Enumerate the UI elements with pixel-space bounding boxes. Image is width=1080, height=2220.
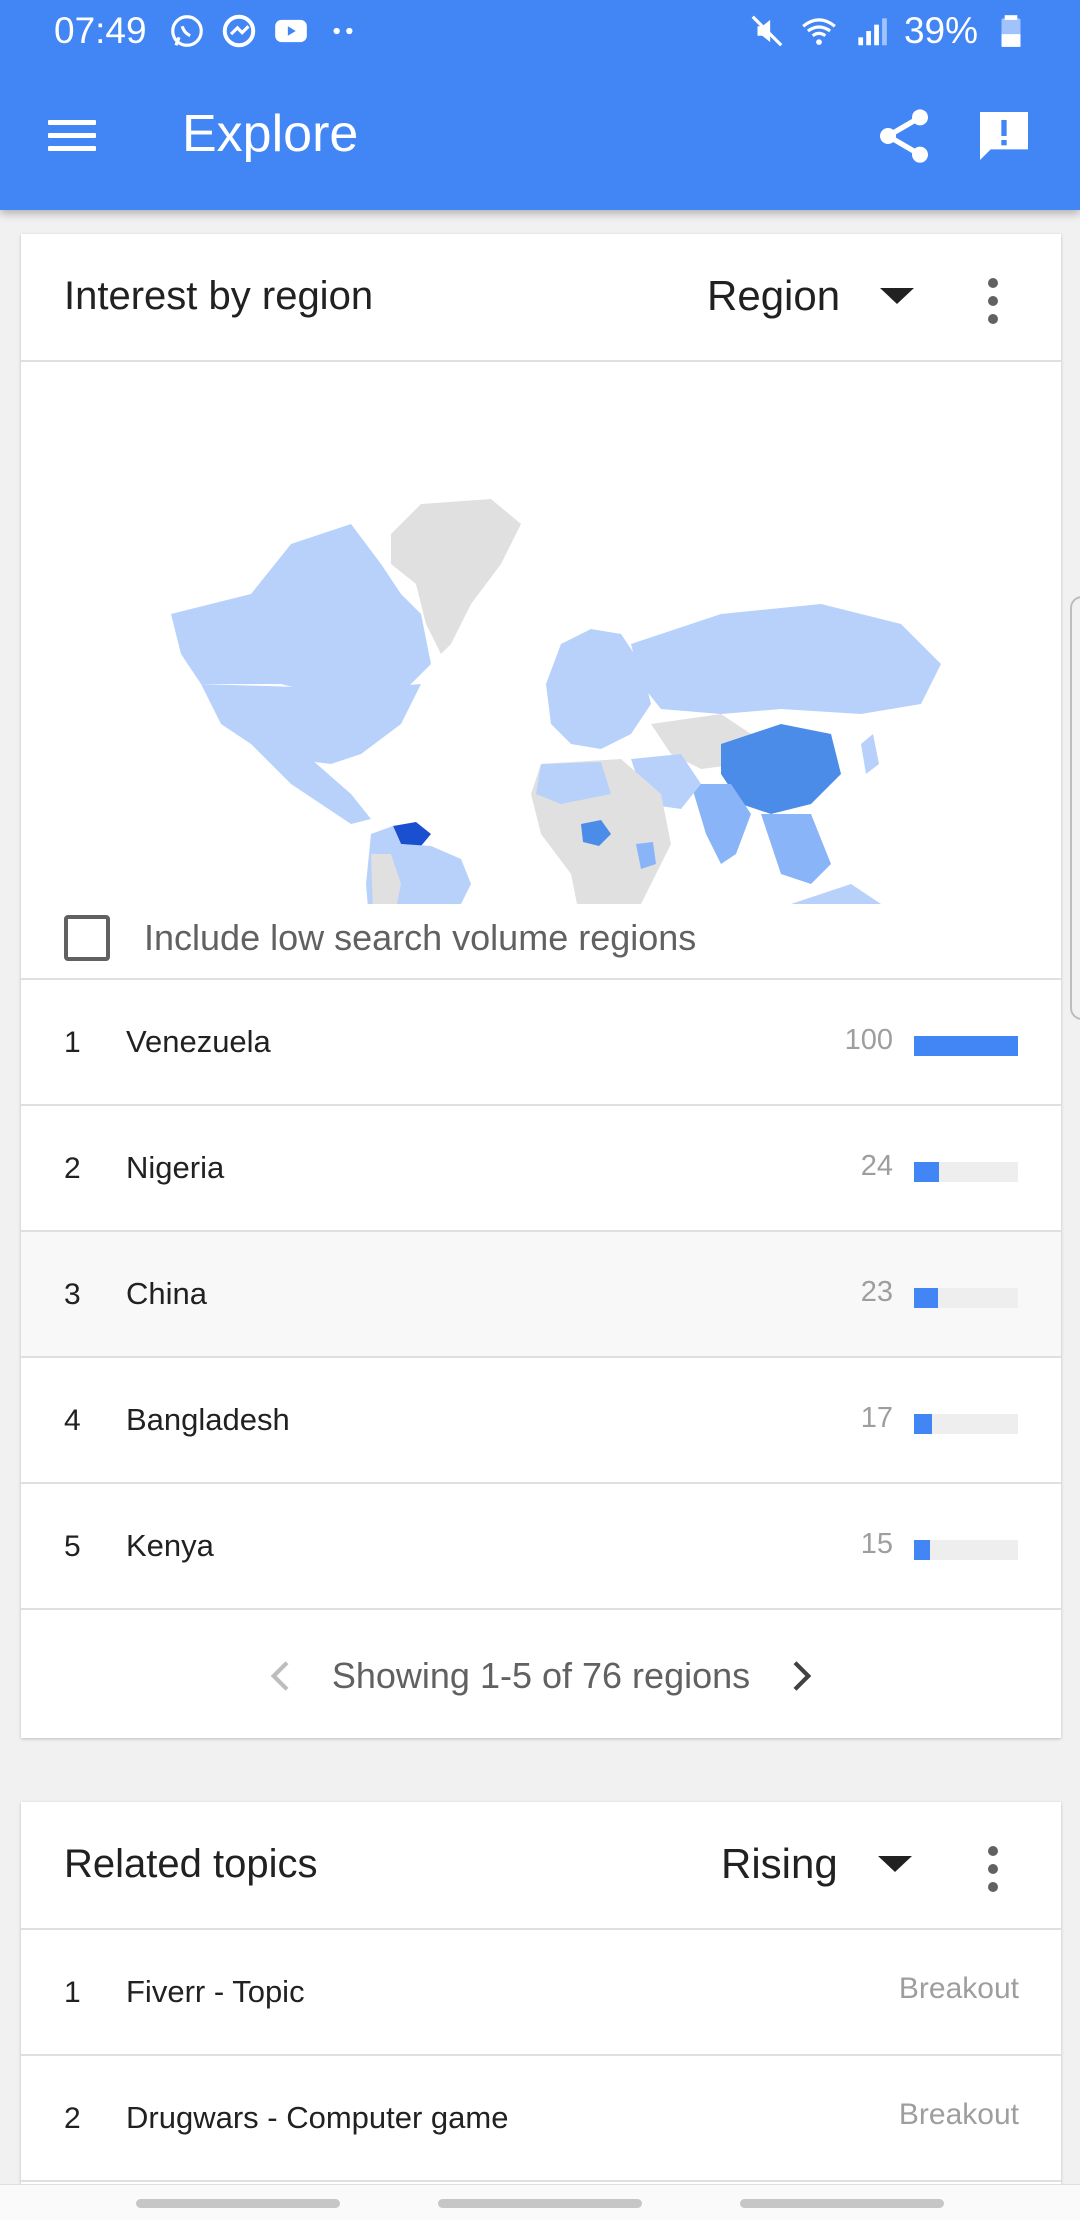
notification-icons [168, 12, 362, 50]
nav-handle-center[interactable] [438, 2199, 642, 2208]
mute-icon [751, 15, 783, 47]
region-row[interactable]: 3 China 23 [21, 1232, 1061, 1358]
world-map-svg [171, 499, 941, 1064]
status-time: 07:49 [54, 10, 147, 51]
rank-number: 4 [64, 1404, 81, 1437]
rank-number: 1 [64, 1026, 81, 1059]
messenger-icon [222, 14, 256, 48]
rank-number: 2 [64, 2102, 81, 2135]
region-row[interactable]: 5 Kenya 15 [21, 1484, 1061, 1610]
topic-value: Breakout [898, 2098, 1019, 2131]
app-bar: 07:49 39% Explore [0, 0, 1080, 210]
region-value: 17 [860, 1402, 893, 1434]
chevron-left-icon[interactable] [262, 1656, 302, 1696]
chevron-right-icon[interactable] [780, 1656, 820, 1696]
nav-handle-left[interactable] [136, 2199, 340, 2208]
related-topics-list: 1 Fiverr - Topic Breakout 2 Drugwars - C… [21, 1930, 1061, 2182]
youtube-icon [275, 19, 307, 43]
nav-handle-right[interactable] [740, 2199, 944, 2208]
topic-value: Breakout [898, 1972, 1019, 2005]
value-bar [914, 1288, 1018, 1308]
topic-name: Fiverr - Topic [126, 1974, 305, 2009]
feedback-icon[interactable] [972, 104, 1036, 168]
low-volume-checkbox[interactable] [64, 915, 110, 961]
value-bar [914, 1540, 1018, 1560]
topic-row[interactable]: 1 Fiverr - Topic Breakout [21, 1930, 1061, 2056]
pagination: Showing 1-5 of 76 regions [21, 1614, 1061, 1738]
rank-number: 1 [64, 1976, 81, 2009]
rank-number: 3 [64, 1278, 81, 1311]
caret-down-icon [880, 288, 915, 304]
map-region-japan [861, 734, 879, 774]
map-region-usa [201, 684, 421, 764]
rank-number: 2 [64, 1152, 81, 1185]
region-ranking-list: 1 Venezuela 100 2 Nigeria 24 3 China 2 3 … [21, 978, 1061, 1610]
topic-row[interactable]: 2 Drugwars - Computer game Breakout [21, 2056, 1061, 2182]
edge-panel-handle[interactable] [1070, 596, 1080, 1020]
region-value: 15 [860, 1528, 893, 1560]
low-volume-label: Include low search volume regions [144, 917, 697, 958]
world-map[interactable] [21, 364, 1061, 1064]
menu-button[interactable] [40, 108, 104, 164]
region-row[interactable]: 2 Nigeria 24 [21, 1106, 1061, 1232]
value-bar-fill [914, 1036, 1018, 1056]
map-region-southeast-asia [761, 814, 831, 884]
region-name: Nigeria [126, 1150, 225, 1185]
card-header: Related topics Rising [21, 1802, 1061, 1930]
dropdown-label: Region [707, 272, 841, 319]
dropdown-label: Rising [721, 1840, 838, 1887]
region-row[interactable]: 1 Venezuela 100 [21, 980, 1061, 1106]
value-bar [914, 1036, 1018, 1056]
rank-number: 5 [64, 1530, 81, 1563]
low-volume-toggle[interactable]: Include low search volume regions [64, 906, 696, 970]
card-header: Interest by region Region [21, 234, 1061, 362]
system-status-icons: 39% [748, 10, 1030, 52]
value-bar-fill [914, 1540, 930, 1560]
region-name: Venezuela [126, 1024, 271, 1059]
system-nav-bar [0, 2184, 1080, 2220]
region-name: Kenya [126, 1528, 214, 1563]
region-name: Bangladesh [126, 1402, 290, 1437]
region-value: 24 [860, 1150, 893, 1182]
signal-icon [858, 18, 887, 46]
value-bar [914, 1162, 1018, 1182]
page-title: Explore [182, 105, 359, 163]
region-value: 23 [860, 1276, 893, 1308]
region-dropdown[interactable]: Region [707, 272, 915, 320]
value-bar-fill [914, 1288, 938, 1308]
value-bar-fill [914, 1162, 939, 1182]
more-vert-icon[interactable] [975, 276, 1011, 326]
battery-icon [1001, 15, 1021, 47]
map-region-russia [631, 604, 941, 714]
whatsapp-icon [171, 15, 203, 47]
share-icon[interactable] [872, 104, 936, 168]
interest-by-region-card: Interest by region Region Include low se… [21, 234, 1061, 1738]
status-bar: 07:49 39% [0, 0, 1080, 66]
menu-icon [48, 120, 96, 125]
rising-dropdown[interactable]: Rising [721, 1840, 912, 1888]
topic-name: Drugwars - Computer game [126, 2100, 509, 2135]
map-region-australia [791, 884, 881, 949]
wifi-icon [802, 18, 836, 45]
value-bar [914, 1414, 1018, 1434]
card-title: Interest by region [64, 274, 374, 318]
card-title: Related topics [64, 1842, 318, 1886]
caret-down-icon [877, 1856, 912, 1872]
pagination-text: Showing 1-5 of 76 regions [331, 1655, 751, 1696]
value-bar-fill [914, 1414, 932, 1434]
region-row[interactable]: 4 Bangladesh 17 [21, 1358, 1061, 1484]
more-dots-icon [333, 27, 353, 35]
related-topics-card: Related topics Rising 1 Fiverr - Topic B… [21, 1802, 1061, 2220]
battery-percent: 39% [903, 10, 978, 51]
more-vert-icon[interactable] [975, 1844, 1011, 1894]
region-name: China [126, 1276, 207, 1311]
region-value: 100 [844, 1024, 893, 1056]
